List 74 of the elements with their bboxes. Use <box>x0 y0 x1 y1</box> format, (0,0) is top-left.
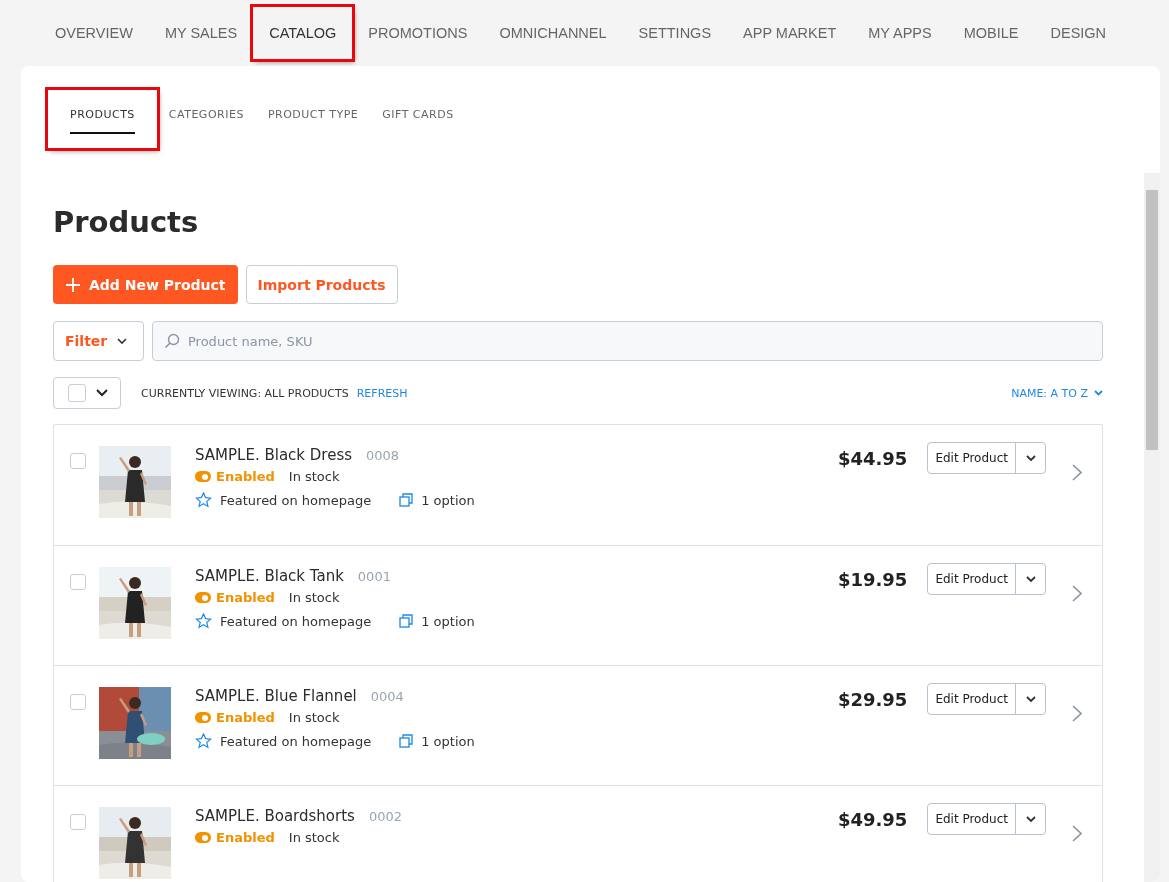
copies-icon <box>399 734 414 748</box>
nav-tab[interactable]: MY APPS <box>857 17 943 49</box>
add-product-button[interactable]: Add New Product <box>53 265 238 304</box>
chevron-right-icon[interactable] <box>1072 464 1082 481</box>
search-icon <box>164 333 180 349</box>
options-count: 1 option <box>421 733 475 749</box>
copies-icon <box>399 614 414 628</box>
caret-icon <box>1094 390 1103 396</box>
product-sku: 0004 <box>370 689 404 704</box>
nav-tab[interactable]: APP MARKET <box>732 17 848 49</box>
stock-status: In stock <box>288 590 340 605</box>
checkbox[interactable] <box>68 384 86 402</box>
edit-product-button[interactable]: Edit Product <box>928 804 1015 834</box>
chevron-right-icon[interactable] <box>1072 585 1082 602</box>
star-icon <box>195 492 212 508</box>
checkbox[interactable] <box>70 574 86 590</box>
product-sku: 0008 <box>366 448 400 463</box>
nav-tab[interactable]: CATALOG <box>253 7 353 59</box>
featured-label: Featured on homepage <box>220 613 372 629</box>
nav-tab[interactable]: OMNICHANNEL <box>488 17 618 49</box>
caret-icon <box>1025 575 1036 583</box>
edit-product-button[interactable]: Edit Product <box>928 564 1015 594</box>
nav-tab[interactable]: MY SALES <box>153 17 249 49</box>
product-name[interactable]: SAMPLE. Black Tank <box>195 567 344 585</box>
caret-icon <box>1025 454 1036 462</box>
options-count: 1 option <box>421 613 475 629</box>
stock-status: In stock <box>288 469 340 484</box>
product-name[interactable]: SAMPLE. Blue Flannel <box>195 687 357 705</box>
bulk-select[interactable] <box>53 377 121 409</box>
options-count: 1 option <box>421 492 475 508</box>
star-icon <box>195 613 212 629</box>
nav-tab[interactable]: SETTINGS <box>627 17 723 49</box>
featured-label: Featured on homepage <box>220 492 372 508</box>
chevron-right-icon[interactable] <box>1072 825 1082 842</box>
product-name[interactable]: SAMPLE. Boardshorts <box>195 807 355 825</box>
sort-dropdown[interactable]: NAME: A TO Z <box>1011 386 1103 400</box>
refresh-link[interactable]: REFRESH <box>356 386 408 400</box>
nav-tab[interactable]: PROMOTIONS <box>357 17 479 49</box>
checkbox[interactable] <box>70 453 86 469</box>
caret-icon <box>1025 695 1036 703</box>
caret-icon <box>1025 815 1036 823</box>
page-title: Products <box>53 205 200 239</box>
chevron-right-icon[interactable] <box>1072 705 1082 722</box>
sub-tab[interactable]: PRODUCT TYPE <box>255 100 371 126</box>
nav-tab[interactable]: DESIGN <box>1039 17 1118 49</box>
edit-product-button[interactable]: Edit Product <box>928 443 1015 473</box>
edit-product-button[interactable]: Edit Product <box>928 684 1015 714</box>
caret-icon <box>96 389 108 397</box>
caret-icon <box>117 337 127 345</box>
nav-tab[interactable]: MOBILE <box>952 17 1030 49</box>
sub-tab[interactable]: GIFT CARDS <box>370 100 466 126</box>
product-sku: 0002 <box>368 809 402 824</box>
copies-icon <box>399 493 414 507</box>
stock-status: In stock <box>288 710 340 725</box>
product-price: $44.95 <box>837 448 908 469</box>
viewing-label: CURRENTLY VIEWING: ALL PRODUCTS <box>141 386 349 400</box>
product-price: $29.95 <box>837 689 908 710</box>
scrollbar[interactable] <box>1144 173 1160 882</box>
stock-status: In stock <box>288 830 340 845</box>
checkbox[interactable] <box>70 814 86 830</box>
filter-button[interactable]: Filter <box>53 321 144 361</box>
plus-icon <box>65 276 81 293</box>
import-products-button[interactable]: Import Products <box>245 265 398 304</box>
product-sku: 0001 <box>357 569 391 584</box>
product-name[interactable]: SAMPLE. Black Dress <box>195 446 353 464</box>
checkbox[interactable] <box>70 694 86 710</box>
sub-tab[interactable]: PRODUCTS <box>48 90 157 148</box>
nav-tab[interactable]: OVERVIEW <box>44 17 144 49</box>
star-icon <box>195 733 212 749</box>
product-price: $19.95 <box>837 569 908 590</box>
sub-tab[interactable]: CATEGORIES <box>156 100 256 126</box>
product-price: $49.95 <box>837 809 908 830</box>
search-field[interactable]: Product name, SKU <box>152 321 1103 361</box>
featured-label: Featured on homepage <box>220 733 372 749</box>
